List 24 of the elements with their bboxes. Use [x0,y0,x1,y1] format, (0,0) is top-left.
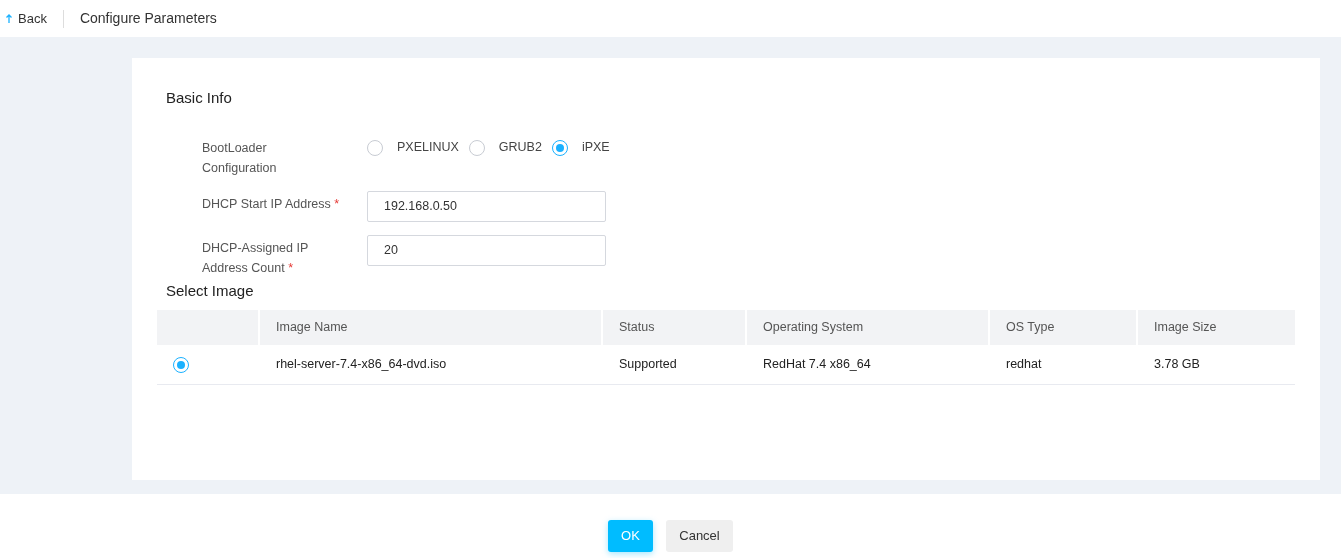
radio-button[interactable] [367,139,383,156]
radio-label: iPXE [581,139,610,157]
radio-button[interactable] [468,139,485,156]
radio-button[interactable] [173,356,189,373]
radio-label: GRUB2 [498,139,542,157]
back-arrow-icon [6,13,14,24]
field-label: DHCP Start IP Address * [202,195,341,213]
table-cell-text: Supported [618,356,678,374]
table-cell-text: RedHat 7.4 x86_64 [762,356,872,374]
text-field[interactable]: 20 [367,234,606,266]
back-button[interactable]: Back [6,8,47,29]
section-title: Basic Info [165,88,233,108]
radio-button[interactable] [551,139,568,156]
table-cell-text: redhat [1005,356,1043,374]
field-label: BootLoader Configuration [202,139,278,177]
page-title: Configure Parameters [79,9,217,28]
radio-label: PXELINUX [397,139,459,157]
table-cell-text: rhel-server-7.4-x86_64-dvd.iso [275,356,448,374]
field-label: DHCP-Assigned IP Address Count * [202,239,310,277]
column-header: Image Size [1153,319,1218,337]
table-cell-text: 3.78 GB [1153,356,1201,374]
text-field[interactable]: 192.168.0.50 [367,190,606,222]
section-title: Select Image [165,280,255,301]
cancel-button[interactable]: Cancel [666,520,733,552]
